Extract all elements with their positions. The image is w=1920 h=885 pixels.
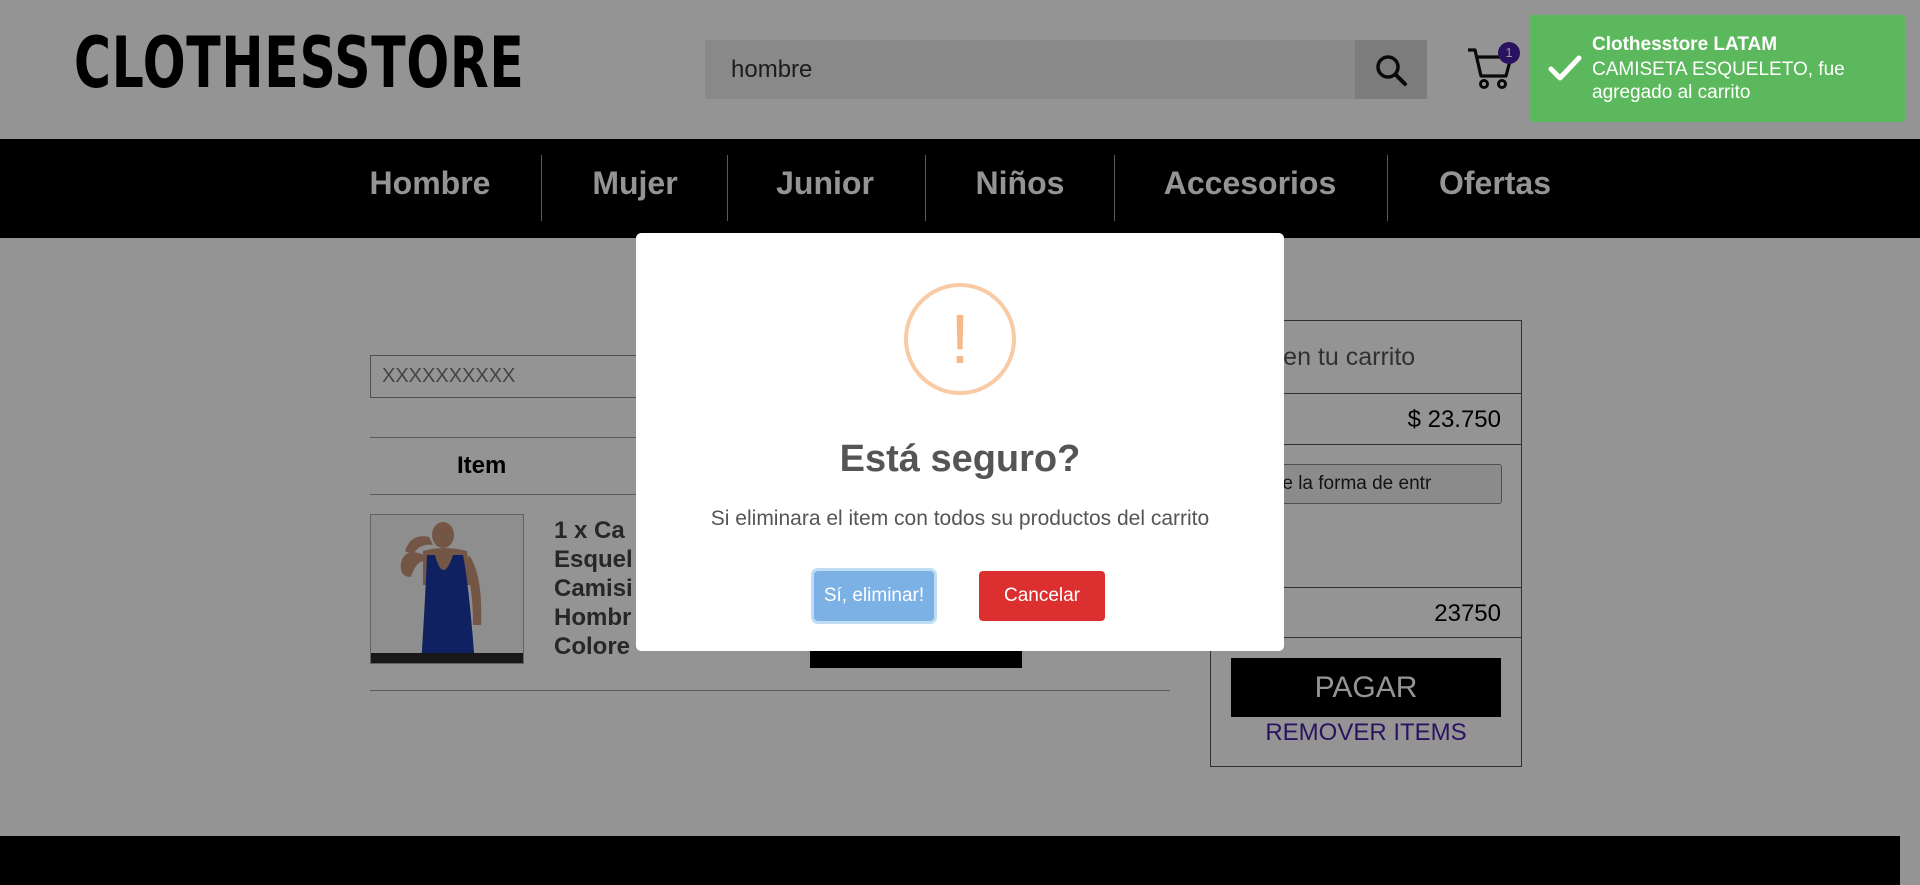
confirm-delete-button[interactable]: Sí, eliminar! <box>814 571 934 621</box>
check-icon <box>1548 55 1582 81</box>
toast-title: Clothesstore LATAM <box>1592 34 1778 55</box>
warning-icon: ! <box>904 283 1016 395</box>
dialog-message: Si eliminara el item con todos su produc… <box>710 507 1210 530</box>
confirm-dialog: ! Está seguro? Si eliminara el item con … <box>636 233 1284 651</box>
toast-message: CAMISETA ESQUELETO, fue agregado al carr… <box>1592 59 1845 103</box>
dialog-title: Está seguro? <box>839 438 1081 480</box>
cancel-button[interactable]: Cancelar <box>979 571 1105 621</box>
toast-notification[interactable]: Clothesstore LATAM CAMISETA ESQUELETO, f… <box>1530 15 1905 122</box>
